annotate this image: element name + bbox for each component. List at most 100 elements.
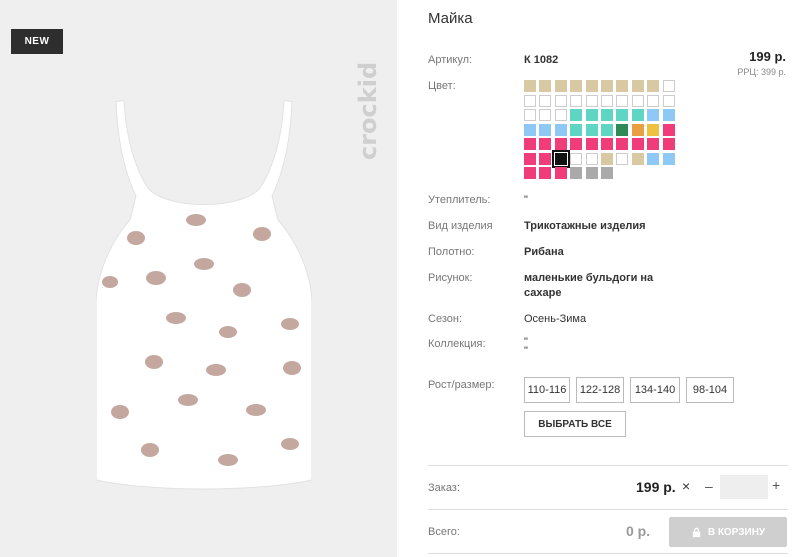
color-swatch[interactable] [616, 95, 628, 107]
color-swatch[interactable] [647, 124, 659, 136]
divider [428, 465, 788, 466]
color-swatch[interactable] [586, 80, 598, 92]
add-to-cart-label: В КОРЗИНУ [707, 526, 766, 538]
color-swatch[interactable] [647, 95, 659, 107]
color-swatch[interactable] [555, 167, 567, 179]
size-button-98-104[interactable]: 98-104 [686, 377, 734, 403]
color-swatch[interactable] [570, 167, 582, 179]
color-swatch[interactable] [601, 167, 613, 179]
svg-text:crockid: crockid [354, 62, 382, 160]
add-to-cart-button[interactable]: В КОРЗИНУ [669, 517, 787, 547]
collection-label: Коллекция: [428, 338, 486, 350]
color-swatch[interactable] [632, 153, 644, 165]
color-swatch[interactable] [539, 153, 551, 165]
size-button-122-128[interactable]: 122-128 [576, 377, 624, 403]
product-price: 199 р. [749, 49, 786, 64]
color-swatch[interactable] [586, 138, 598, 150]
color-swatch[interactable] [539, 138, 551, 150]
color-swatch[interactable] [524, 80, 536, 92]
color-swatch[interactable] [601, 153, 613, 165]
color-swatch[interactable] [586, 153, 598, 165]
size-button-134-140[interactable]: 134-140 [630, 377, 680, 403]
lock-icon [692, 527, 700, 537]
color-swatch[interactable] [663, 95, 675, 107]
color-swatch[interactable] [616, 138, 628, 150]
color-swatch[interactable] [524, 138, 536, 150]
color-swatch[interactable] [524, 95, 536, 107]
color-swatch[interactable] [570, 109, 582, 121]
divider [428, 509, 788, 510]
fabric-label: Полотно: [428, 246, 475, 258]
color-swatch[interactable] [524, 124, 536, 136]
color-swatch[interactable] [570, 95, 582, 107]
color-swatch[interactable] [663, 153, 675, 165]
color-swatch[interactable] [586, 167, 598, 179]
color-swatch[interactable] [539, 109, 551, 121]
total-value: 0 р. [626, 523, 651, 539]
quantity-increment-button[interactable]: + [772, 477, 780, 493]
product-title: Майка [428, 10, 473, 27]
color-swatch[interactable] [539, 80, 551, 92]
color-swatch[interactable] [555, 138, 567, 150]
color-swatch[interactable] [601, 138, 613, 150]
color-swatch[interactable] [524, 167, 536, 179]
color-label: Цвет: [428, 80, 456, 92]
total-label: Всего: [428, 526, 460, 538]
color-swatch[interactable] [616, 80, 628, 92]
color-swatch[interactable] [647, 153, 659, 165]
quantity-input[interactable] [720, 475, 768, 499]
color-swatch[interactable] [555, 95, 567, 107]
color-swatch[interactable] [524, 109, 536, 121]
color-swatch[interactable] [663, 80, 675, 92]
color-swatch[interactable] [647, 138, 659, 150]
color-swatch[interactable] [586, 109, 598, 121]
color-swatch[interactable] [663, 109, 675, 121]
color-swatch[interactable] [539, 95, 551, 107]
color-swatch[interactable] [632, 80, 644, 92]
color-swatch[interactable] [616, 153, 628, 165]
product-photo [96, 100, 312, 490]
color-swatch[interactable] [570, 138, 582, 150]
color-swatch[interactable] [586, 124, 598, 136]
color-swatch[interactable] [570, 153, 582, 165]
color-swatch[interactable] [555, 80, 567, 92]
color-swatch[interactable] [555, 109, 567, 121]
color-swatch[interactable] [601, 109, 613, 121]
color-swatch[interactable] [570, 80, 582, 92]
color-swatch[interactable] [616, 109, 628, 121]
color-swatch[interactable] [539, 167, 551, 179]
color-swatch[interactable] [663, 138, 675, 150]
color-swatch[interactable] [524, 153, 536, 165]
divider [428, 553, 788, 554]
order-label: Заказ: [428, 482, 460, 494]
color-swatch[interactable] [647, 80, 659, 92]
type-value: Трикотажные изделия [524, 220, 646, 232]
color-swatch[interactable] [632, 124, 644, 136]
color-swatch[interactable] [632, 95, 644, 107]
color-swatch[interactable] [632, 138, 644, 150]
color-swatch[interactable] [586, 95, 598, 107]
product-image-panel[interactable]: NEW crockid [0, 0, 397, 557]
order-price: 199 р. [636, 479, 676, 495]
select-all-sizes-button[interactable]: ВЫБРАТЬ ВСЕ [524, 411, 626, 437]
collection-value-line2: " [524, 345, 528, 357]
brand-logo: crockid [354, 62, 382, 160]
color-swatch[interactable] [601, 80, 613, 92]
color-swatch[interactable] [555, 124, 567, 136]
color-swatch[interactable] [647, 109, 659, 121]
color-swatch[interactable] [570, 124, 582, 136]
rrp-price: РРЦ: 399 р. [737, 67, 786, 77]
color-swatch[interactable] [632, 109, 644, 121]
color-swatch[interactable] [601, 124, 613, 136]
quantity-decrement-button[interactable]: – [705, 478, 713, 494]
pattern-label: Рисунок: [428, 272, 473, 284]
color-swatch[interactable] [616, 124, 628, 136]
pattern-value-line2: сахаре [524, 287, 562, 299]
color-swatch[interactable] [663, 124, 675, 136]
color-swatch[interactable] [601, 95, 613, 107]
color-swatch[interactable] [552, 150, 570, 168]
size-button-110-116[interactable]: 110-116 [524, 377, 570, 403]
size-label: Рост/размер: [428, 379, 495, 391]
times-sign: × [682, 478, 691, 494]
color-swatch[interactable] [539, 124, 551, 136]
